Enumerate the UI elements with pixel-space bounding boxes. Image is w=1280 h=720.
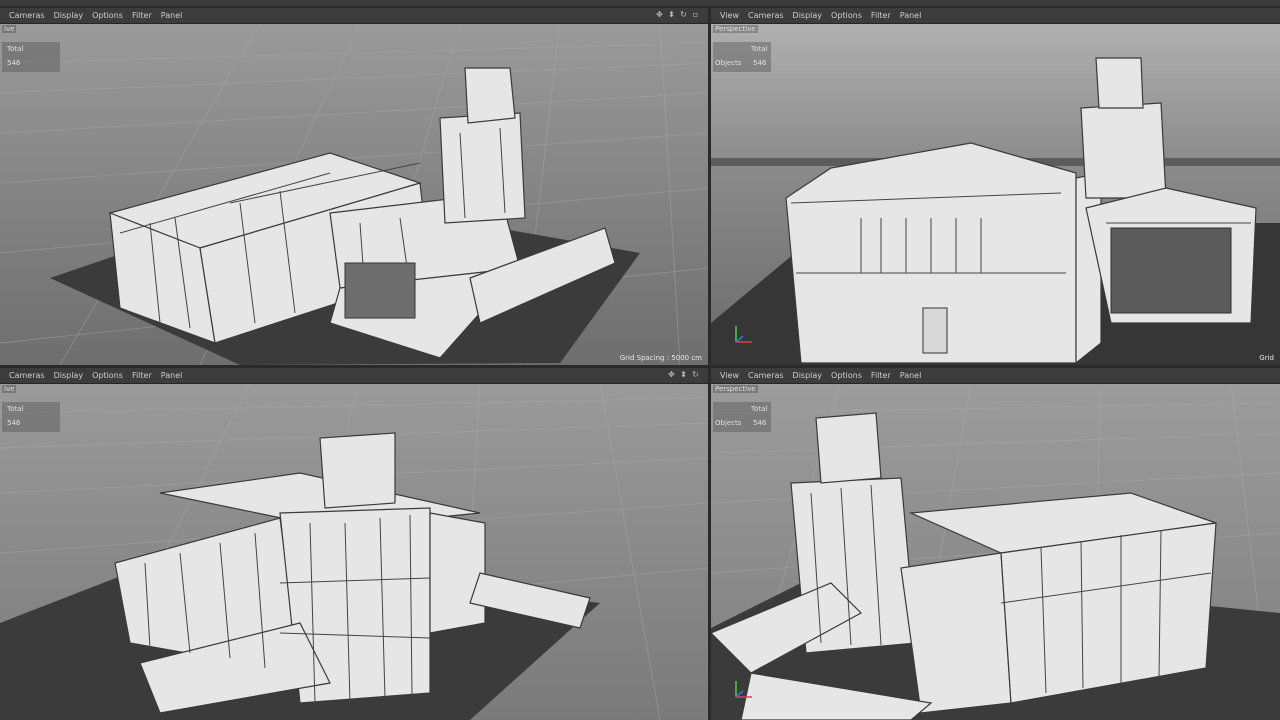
move-icon[interactable]: ✥ <box>667 370 676 379</box>
hud-objects-label: Objects <box>715 419 742 427</box>
scene-svg <box>711 383 1280 720</box>
scene-render <box>0 23 708 365</box>
menu-options[interactable]: Options <box>92 8 123 23</box>
hud-total-label: Total <box>751 405 768 413</box>
grid-spacing-label: Grid <box>1259 354 1274 362</box>
menu-cameras[interactable]: Cameras <box>748 8 784 23</box>
camera-label: ive <box>2 25 17 33</box>
hud-objects-value: 546 <box>7 419 21 427</box>
menu-display[interactable]: Display <box>793 8 823 23</box>
viewport-menubar: Cameras Display Options Filter Panel ✥ ⬍… <box>0 368 708 384</box>
rotate-icon[interactable]: ↻ <box>679 10 688 19</box>
scene-svg <box>711 23 1280 365</box>
menu-cameras[interactable]: Cameras <box>9 368 45 383</box>
menu-options[interactable]: Options <box>831 8 862 23</box>
hud-total-label: Total <box>7 45 24 53</box>
zoom-icon[interactable]: ⬍ <box>679 370 688 379</box>
viewport-bottom-left[interactable]: Cameras Display Options Filter Panel ✥ ⬍… <box>0 368 708 720</box>
viewport-bottom-right[interactable]: View Cameras Display Options Filter Pane… <box>711 368 1280 720</box>
hud-panel: Total Objects 546 <box>713 42 771 72</box>
hud-objects-value: 546 <box>7 59 21 67</box>
viewport-menubar: Cameras Display Options Filter Panel ✥ ⬍… <box>0 8 708 24</box>
maximize-icon[interactable]: ▫ <box>691 10 700 19</box>
menu-cameras[interactable]: Cameras <box>9 8 45 23</box>
hud-total-label: Total <box>751 45 768 53</box>
axis-gizmo-icon <box>735 681 752 698</box>
menu-options[interactable]: Options <box>92 368 123 383</box>
menu-display[interactable]: Display <box>54 368 84 383</box>
viewport-top-left[interactable]: Cameras Display Options Filter Panel ✥ ⬍… <box>0 8 708 365</box>
camera-label: Perspective <box>713 385 758 393</box>
move-icon[interactable]: ✥ <box>655 10 664 19</box>
zoom-icon[interactable]: ⬍ <box>667 10 676 19</box>
hud-panel: Total 546 <box>2 402 60 432</box>
axis-gizmo-icon <box>735 326 752 343</box>
menu-filter[interactable]: Filter <box>871 8 891 23</box>
scene-render <box>711 383 1280 720</box>
menu-panel[interactable]: Panel <box>900 8 922 23</box>
menu-view[interactable]: View <box>720 368 739 383</box>
scene-render <box>0 383 708 720</box>
menu-view[interactable]: View <box>720 8 739 23</box>
hud-objects-value: 546 <box>753 59 767 67</box>
rotate-icon[interactable]: ↻ <box>691 370 700 379</box>
hud-panel: Total Objects 546 <box>713 402 771 432</box>
grid-spacing-label: Grid Spacing : 5000 cm <box>619 354 702 362</box>
menu-display[interactable]: Display <box>793 368 823 383</box>
viewport-menubar: View Cameras Display Options Filter Pane… <box>711 8 1280 24</box>
scene-svg <box>0 383 708 720</box>
menu-options[interactable]: Options <box>831 368 862 383</box>
menu-cameras[interactable]: Cameras <box>748 368 784 383</box>
menu-filter[interactable]: Filter <box>132 8 152 23</box>
top-menu-strip <box>0 0 1280 6</box>
hud-total-label: Total <box>7 405 24 413</box>
hud-objects-label: Objects <box>715 59 742 67</box>
hud-objects-value: 546 <box>753 419 767 427</box>
viewport-top-right[interactable]: View Cameras Display Options Filter Pane… <box>711 8 1280 365</box>
camera-label: Perspective <box>713 25 758 33</box>
scene-render <box>711 23 1280 365</box>
menu-filter[interactable]: Filter <box>132 368 152 383</box>
cinema4d-quad-view: Cameras Display Options Filter Panel ✥ ⬍… <box>0 0 1280 720</box>
hud-panel: Total 546 <box>2 42 60 72</box>
menu-panel[interactable]: Panel <box>900 368 922 383</box>
menu-display[interactable]: Display <box>54 8 84 23</box>
menu-filter[interactable]: Filter <box>871 368 891 383</box>
menu-panel[interactable]: Panel <box>161 368 183 383</box>
viewport-menubar: View Cameras Display Options Filter Pane… <box>711 368 1280 384</box>
camera-label: ive <box>2 385 17 393</box>
scene-svg <box>0 23 708 365</box>
menu-panel[interactable]: Panel <box>161 8 183 23</box>
